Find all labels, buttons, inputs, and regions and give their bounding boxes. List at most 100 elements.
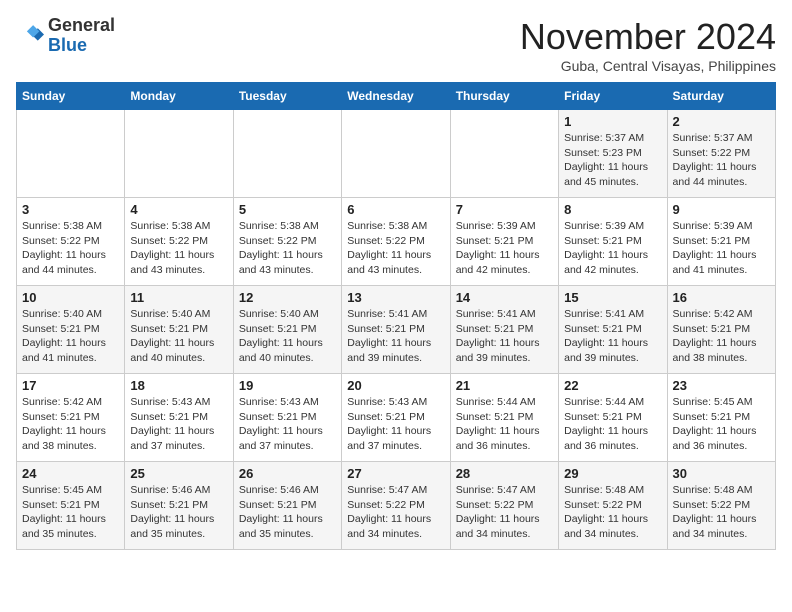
day-number: 3 (22, 202, 119, 217)
day-number: 4 (130, 202, 227, 217)
day-info: Sunrise: 5:39 AM Sunset: 5:21 PM Dayligh… (456, 219, 553, 278)
calendar-week-row: 17Sunrise: 5:42 AM Sunset: 5:21 PM Dayli… (17, 374, 776, 462)
day-info: Sunrise: 5:47 AM Sunset: 5:22 PM Dayligh… (347, 483, 444, 542)
calendar-body: 1 Sunrise: 5:37 AM Sunset: 5:23 PM Daylig… (17, 110, 776, 550)
day-number: 15 (564, 290, 661, 305)
calendar-cell: 5Sunrise: 5:38 AM Sunset: 5:22 PM Daylig… (233, 198, 341, 286)
calendar-cell (125, 110, 233, 198)
day-info: Sunrise: 5:45 AM Sunset: 5:21 PM Dayligh… (673, 395, 770, 454)
calendar-cell: 13 Sunrise: 5:41 AM Sunset: 5:21 PM Dayli… (342, 286, 450, 374)
calendar-cell: 4 Sunrise: 5:38 AM Sunset: 5:22 PM Daylig… (125, 198, 233, 286)
day-info: Sunrise: 5:45 AM Sunset: 5:21 PM Dayligh… (22, 483, 119, 542)
location-subtitle: Guba, Central Visayas, Philippines (520, 58, 776, 74)
calendar-cell: 20 Sunrise: 5:43 AM Sunset: 5:21 PM Dayli… (342, 374, 450, 462)
day-number: 19 (239, 378, 336, 393)
weekday-header-cell: Friday (559, 83, 667, 110)
day-info: Sunrise: 5:37 AM Sunset: 5:22 PM Dayligh… (673, 131, 770, 190)
day-info: Sunrise: 5:44 AM Sunset: 5:21 PM Dayligh… (564, 395, 661, 454)
weekday-header-cell: Wednesday (342, 83, 450, 110)
day-number: 30 (673, 466, 770, 481)
day-number: 28 (456, 466, 553, 481)
calendar-cell: 11Sunrise: 5:40 AM Sunset: 5:21 PM Dayli… (125, 286, 233, 374)
calendar-cell: 17Sunrise: 5:42 AM Sunset: 5:21 PM Dayli… (17, 374, 125, 462)
weekday-header-cell: Thursday (450, 83, 558, 110)
logo-icon (16, 22, 44, 50)
day-number: 17 (22, 378, 119, 393)
calendar-cell: 30 Sunrise: 5:48 AM Sunset: 5:22 PM Dayli… (667, 462, 775, 550)
logo-blue: Blue (48, 36, 115, 56)
calendar-cell (342, 110, 450, 198)
day-number: 21 (456, 378, 553, 393)
calendar-cell: 25Sunrise: 5:46 AM Sunset: 5:21 PM Dayli… (125, 462, 233, 550)
calendar-table: SundayMondayTuesdayWednesdayThursdayFrid… (16, 82, 776, 550)
calendar-cell: 16Sunrise: 5:42 AM Sunset: 5:21 PM Dayli… (667, 286, 775, 374)
day-info: Sunrise: 5:43 AM Sunset: 5:21 PM Dayligh… (239, 395, 336, 454)
calendar-cell: 9 Sunrise: 5:39 AM Sunset: 5:21 PM Daylig… (667, 198, 775, 286)
calendar-cell: 14 Sunrise: 5:41 AM Sunset: 5:21 PM Dayli… (450, 286, 558, 374)
day-number: 13 (347, 290, 444, 305)
calendar-cell: 23Sunrise: 5:45 AM Sunset: 5:21 PM Dayli… (667, 374, 775, 462)
day-number: 1 (564, 114, 661, 129)
weekday-header-row: SundayMondayTuesdayWednesdayThursdayFrid… (17, 83, 776, 110)
calendar-week-row: 1 Sunrise: 5:37 AM Sunset: 5:23 PM Daylig… (17, 110, 776, 198)
calendar-cell: 15Sunrise: 5:41 AM Sunset: 5:21 PM Dayli… (559, 286, 667, 374)
day-info: Sunrise: 5:48 AM Sunset: 5:22 PM Dayligh… (673, 483, 770, 542)
day-number: 14 (456, 290, 553, 305)
calendar-cell: 29 Sunrise: 5:48 AM Sunset: 5:22 PM Dayli… (559, 462, 667, 550)
day-number: 18 (130, 378, 227, 393)
day-info: Sunrise: 5:43 AM Sunset: 5:21 PM Dayligh… (347, 395, 444, 454)
day-number: 11 (130, 290, 227, 305)
day-number: 16 (673, 290, 770, 305)
day-number: 6 (347, 202, 444, 217)
calendar-cell: 3 Sunrise: 5:38 AM Sunset: 5:22 PM Daylig… (17, 198, 125, 286)
day-number: 8 (564, 202, 661, 217)
calendar-cell: 26 Sunrise: 5:46 AM Sunset: 5:21 PM Dayli… (233, 462, 341, 550)
page-header: General Blue November 2024 Guba, Central… (16, 16, 776, 74)
calendar-week-row: 3 Sunrise: 5:38 AM Sunset: 5:22 PM Daylig… (17, 198, 776, 286)
calendar-cell: 22Sunrise: 5:44 AM Sunset: 5:21 PM Dayli… (559, 374, 667, 462)
day-number: 10 (22, 290, 119, 305)
day-info: Sunrise: 5:43 AM Sunset: 5:21 PM Dayligh… (130, 395, 227, 454)
calendar-cell: 6 Sunrise: 5:38 AM Sunset: 5:22 PM Daylig… (342, 198, 450, 286)
calendar-cell: 7 Sunrise: 5:39 AM Sunset: 5:21 PM Daylig… (450, 198, 558, 286)
calendar-cell: 12 Sunrise: 5:40 AM Sunset: 5:21 PM Dayli… (233, 286, 341, 374)
day-info: Sunrise: 5:41 AM Sunset: 5:21 PM Dayligh… (456, 307, 553, 366)
calendar-cell: 24 Sunrise: 5:45 AM Sunset: 5:21 PM Dayli… (17, 462, 125, 550)
day-info: Sunrise: 5:39 AM Sunset: 5:21 PM Dayligh… (564, 219, 661, 278)
day-number: 12 (239, 290, 336, 305)
weekday-header-cell: Tuesday (233, 83, 341, 110)
day-info: Sunrise: 5:38 AM Sunset: 5:22 PM Dayligh… (22, 219, 119, 278)
calendar-week-row: 24 Sunrise: 5:45 AM Sunset: 5:21 PM Dayli… (17, 462, 776, 550)
day-info: Sunrise: 5:38 AM Sunset: 5:22 PM Dayligh… (130, 219, 227, 278)
day-info: Sunrise: 5:38 AM Sunset: 5:22 PM Dayligh… (239, 219, 336, 278)
day-number: 29 (564, 466, 661, 481)
day-info: Sunrise: 5:40 AM Sunset: 5:21 PM Dayligh… (239, 307, 336, 366)
day-number: 20 (347, 378, 444, 393)
day-number: 7 (456, 202, 553, 217)
day-number: 26 (239, 466, 336, 481)
month-title: November 2024 (520, 16, 776, 58)
day-info: Sunrise: 5:48 AM Sunset: 5:22 PM Dayligh… (564, 483, 661, 542)
day-info: Sunrise: 5:37 AM Sunset: 5:23 PM Dayligh… (564, 131, 661, 190)
day-info: Sunrise: 5:39 AM Sunset: 5:21 PM Dayligh… (673, 219, 770, 278)
day-info: Sunrise: 5:38 AM Sunset: 5:22 PM Dayligh… (347, 219, 444, 278)
day-number: 2 (673, 114, 770, 129)
day-info: Sunrise: 5:47 AM Sunset: 5:22 PM Dayligh… (456, 483, 553, 542)
calendar-cell: 27Sunrise: 5:47 AM Sunset: 5:22 PM Dayli… (342, 462, 450, 550)
day-number: 24 (22, 466, 119, 481)
logo: General Blue (16, 16, 115, 56)
calendar-cell (233, 110, 341, 198)
calendar-cell: 2 Sunrise: 5:37 AM Sunset: 5:22 PM Daylig… (667, 110, 775, 198)
day-info: Sunrise: 5:46 AM Sunset: 5:21 PM Dayligh… (130, 483, 227, 542)
calendar-cell: 21 Sunrise: 5:44 AM Sunset: 5:21 PM Dayli… (450, 374, 558, 462)
weekday-header-cell: Monday (125, 83, 233, 110)
day-number: 9 (673, 202, 770, 217)
calendar-week-row: 10 Sunrise: 5:40 AM Sunset: 5:21 PM Dayli… (17, 286, 776, 374)
day-info: Sunrise: 5:41 AM Sunset: 5:21 PM Dayligh… (347, 307, 444, 366)
day-info: Sunrise: 5:40 AM Sunset: 5:21 PM Dayligh… (22, 307, 119, 366)
logo-general: General (48, 16, 115, 36)
day-info: Sunrise: 5:44 AM Sunset: 5:21 PM Dayligh… (456, 395, 553, 454)
day-info: Sunrise: 5:46 AM Sunset: 5:21 PM Dayligh… (239, 483, 336, 542)
title-block: November 2024 Guba, Central Visayas, Phi… (520, 16, 776, 74)
calendar-cell (450, 110, 558, 198)
